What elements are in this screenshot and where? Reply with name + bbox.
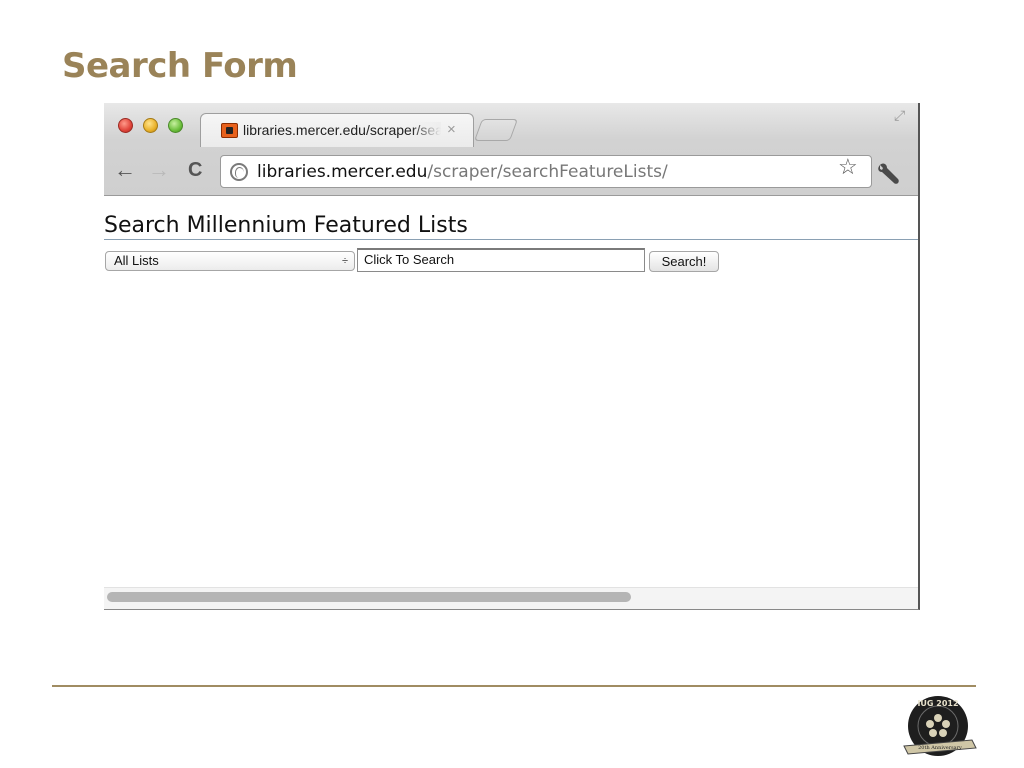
tab-close-icon[interactable]: × (447, 121, 456, 138)
page-heading: Search Millennium Featured Lists (104, 213, 468, 238)
iug-logo: IUG 2012 20th Anniversary (903, 696, 977, 756)
forward-button[interactable]: → (148, 159, 170, 181)
zoom-icon[interactable] (168, 118, 183, 133)
reload-button[interactable]: C (188, 159, 202, 181)
star-icon[interactable]: ☆ (838, 154, 858, 180)
minimize-icon[interactable] (143, 118, 158, 133)
bottom-rule (52, 685, 976, 687)
browser-toolbar: ← → C libraries.mercer.edu/scraper/searc… (104, 151, 918, 191)
select-arrow-icon: ÷ (341, 255, 348, 267)
new-tab-button[interactable] (473, 119, 519, 141)
address-bar[interactable]: libraries.mercer.edu/scraper/searchFeatu… (220, 155, 872, 188)
browser-window: libraries.mercer.edu/scraper/searchFeatu… (104, 103, 920, 610)
browser-titlebar: libraries.mercer.edu/scraper/searchFeatu… (104, 103, 918, 196)
resize-icon[interactable]: ⤢ (894, 107, 905, 124)
url-text[interactable]: libraries.mercer.edu/scraper/searchFeatu… (257, 162, 668, 182)
back-button[interactable]: ← (114, 159, 136, 181)
heading-rule (104, 239, 918, 240)
favicon-icon (221, 123, 238, 138)
horizontal-scrollbar-thumb[interactable] (107, 592, 631, 602)
slide-title: Search Form (62, 46, 298, 86)
wrench-icon[interactable] (874, 159, 902, 187)
search-input[interactable]: Click To Search (357, 248, 645, 272)
browser-tab[interactable]: libraries.mercer.edu/scraper/searchFeatu… (200, 113, 474, 147)
list-select[interactable]: All Lists ÷ (105, 251, 355, 271)
url-path: /scraper/searchFeatureLists/ (427, 162, 668, 182)
close-window-icon[interactable] (118, 118, 133, 133)
globe-icon (230, 163, 248, 181)
list-select-value: All Lists (114, 253, 159, 268)
tab-title: libraries.mercer.edu/scraper/searchFeatu… (243, 122, 441, 138)
url-host: libraries.mercer.edu (257, 162, 428, 182)
logo-ring-text: IUG 2012 (917, 699, 958, 708)
logo-banner-text: 20th Anniversary (918, 745, 962, 751)
search-button[interactable]: Search! (649, 251, 719, 272)
